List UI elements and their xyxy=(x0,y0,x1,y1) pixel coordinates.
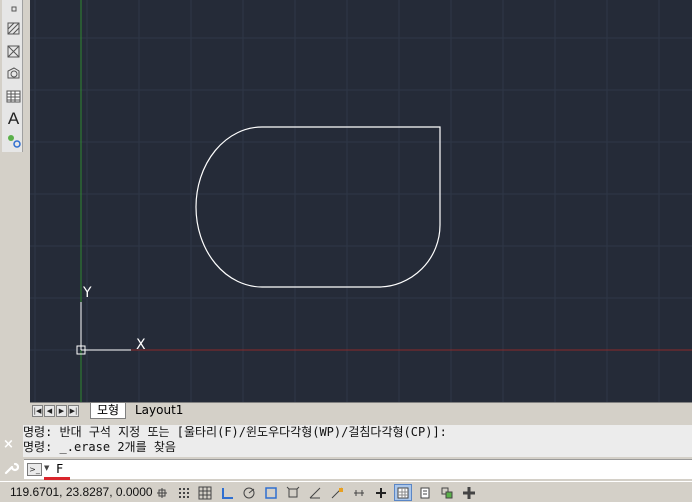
coordinate-display[interactable]: 119.6701, 23.8287, 0.0000 xyxy=(0,484,160,501)
quick-properties-icon[interactable] xyxy=(416,484,434,501)
dynamic-input-icon[interactable] xyxy=(350,484,368,501)
command-window: × 명령: 반대 구석 지정 또는 [울타리(F)/윈도우다각형(WP)/걸침다… xyxy=(0,420,692,457)
hatch-icon[interactable] xyxy=(5,20,22,37)
drawn-shape[interactable] xyxy=(195,126,441,288)
tab-layout1[interactable]: Layout1 xyxy=(129,403,190,418)
layout-tabbar: |◀ ◀ ▶ ▶| 모형 Layout1 xyxy=(30,402,692,420)
draw-toolbar-strip: A xyxy=(2,0,23,152)
command-prompt-icon[interactable]: >_ xyxy=(27,463,42,476)
draw-toolbar: A xyxy=(0,0,23,425)
last-tab-button[interactable]: ▶| xyxy=(68,405,79,417)
transparency-icon[interactable] xyxy=(394,484,412,501)
snap-mode-icon[interactable] xyxy=(175,484,193,501)
grid-display-icon[interactable] xyxy=(196,484,214,501)
dynamic-ucs-icon[interactable] xyxy=(328,484,346,501)
add-selected-icon[interactable] xyxy=(5,132,22,149)
grid-lines xyxy=(30,0,692,402)
next-tab-button[interactable]: ▶ xyxy=(56,405,67,417)
selection-cycling-icon[interactable] xyxy=(438,484,456,501)
command-input-row: >_ ▼ F xyxy=(0,457,692,480)
history-line: 명령: _.erase 2개를 찾음 xyxy=(23,440,176,454)
region-icon[interactable] xyxy=(5,65,22,82)
ortho-mode-icon[interactable] xyxy=(218,484,236,501)
object-snap-tracking-icon[interactable] xyxy=(306,484,324,501)
object-snap-icon[interactable] xyxy=(262,484,280,501)
first-tab-button[interactable]: |◀ xyxy=(32,405,43,417)
command-highlight-underline xyxy=(44,477,70,480)
ucs-y-label: Y xyxy=(82,285,92,301)
drawing-viewport[interactable]: Y X xyxy=(30,0,692,402)
dot-icon[interactable] xyxy=(5,0,22,17)
drawing-canvas[interactable]: Y X xyxy=(30,0,692,402)
previous-tab-button[interactable]: ◀ xyxy=(44,405,55,417)
infer-constraints-icon[interactable] xyxy=(153,484,171,501)
3d-object-snap-icon[interactable] xyxy=(284,484,302,501)
ucs-icon xyxy=(76,302,131,355)
gradient-icon[interactable] xyxy=(5,43,22,60)
lineweight-icon[interactable] xyxy=(372,484,390,501)
annotation-monitor-icon[interactable] xyxy=(460,484,478,501)
tab-model[interactable]: 모형 xyxy=(90,403,127,419)
multiline-text-icon[interactable]: A xyxy=(5,110,22,127)
table-icon[interactable] xyxy=(5,88,22,105)
history-line: 명령: 반대 구석 지정 또는 [울타리(F)/윈도우다각형(WP)/걸침다각형… xyxy=(23,425,447,439)
command-history: 명령: 반대 구석 지정 또는 [울타리(F)/윈도우다각형(WP)/걸침다각형… xyxy=(23,425,692,457)
command-input[interactable]: >_ ▼ F xyxy=(24,459,692,480)
command-input-text[interactable]: F xyxy=(56,461,63,477)
recent-commands-dropdown-icon[interactable]: ▼ xyxy=(44,464,49,472)
close-icon[interactable]: × xyxy=(3,438,17,452)
ucs-x-label: X xyxy=(136,337,146,353)
status-bar: 119.6701, 23.8287, 0.0000 xyxy=(0,481,692,502)
polar-tracking-icon[interactable] xyxy=(240,484,258,501)
customize-wrench-icon[interactable] xyxy=(3,460,20,476)
